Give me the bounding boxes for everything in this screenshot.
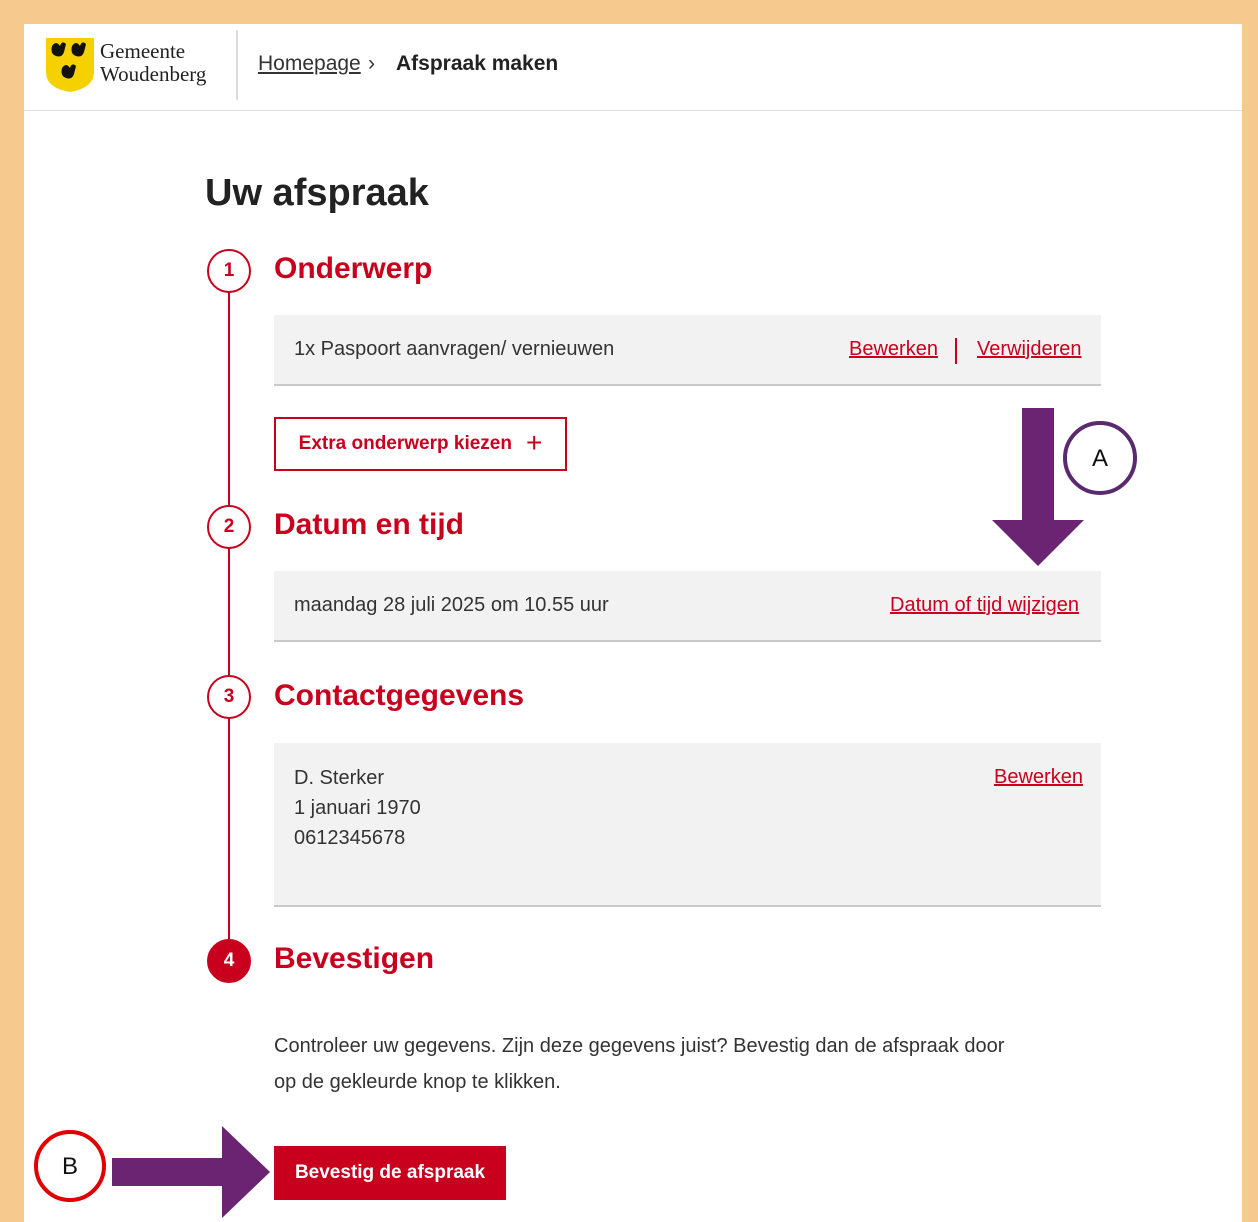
site-header: Gemeente Woudenberg Homepage › Afspraak …	[24, 24, 1242, 111]
step-3-number: 3	[207, 675, 251, 719]
extra-subject-button[interactable]: Extra onderwerp kiezen +	[274, 417, 567, 471]
breadcrumb-current: Afspraak maken	[396, 52, 559, 75]
contact-birthdate: 1 januari 1970	[294, 797, 421, 819]
step-1-title: Onderwerp	[274, 252, 433, 285]
contact-phone: 0612345678	[294, 827, 406, 849]
link-divider	[955, 338, 957, 364]
header-divider	[236, 30, 238, 100]
contact-details: D. Sterker 1 januari 1970 0612345678	[294, 763, 421, 853]
step-4-number: 4	[207, 939, 251, 983]
datetime-change-link[interactable]: Datum of tijd wijzigen	[890, 594, 1079, 617]
step-2-number: 2	[207, 505, 251, 549]
contact-card: D. Sterker 1 januari 1970 0612345678 Bew…	[274, 743, 1101, 907]
marker-b-label: B	[62, 1153, 79, 1180]
step-1-number: 1	[207, 249, 251, 293]
breadcrumb-chevron-icon: ›	[368, 52, 375, 75]
contact-name: D. Sterker	[294, 767, 385, 789]
woudenberg-logo[interactable]	[44, 36, 104, 94]
contact-edit-link[interactable]: Bewerken	[994, 766, 1083, 789]
confirm-instructions: Controleer uw gegevens. Zijn deze gegeve…	[274, 1035, 1005, 1093]
step-3-title: Contactgegevens	[274, 679, 525, 712]
step-timeline-line	[228, 292, 230, 964]
page: Gemeente Woudenberg Homepage › Afspraak …	[24, 24, 1242, 1222]
subject-text: 1x Paspoort aanvragen/ vernieuwen	[294, 338, 615, 360]
page-title: Uw afspraak	[205, 172, 429, 214]
subject-delete-link[interactable]: Verwijderen	[977, 338, 1082, 361]
subject-card: 1x Paspoort aanvragen/ vernieuwen Bewerk…	[274, 315, 1101, 386]
marker-a-label: A	[1092, 445, 1109, 472]
datetime-card: maandag 28 juli 2025 om 10.55 uur Datum …	[274, 571, 1101, 642]
step-4-title: Bevestigen	[274, 942, 435, 975]
extra-subject-label: Extra onderwerp kiezen	[298, 433, 512, 454]
logo-line-1: Gemeente	[100, 39, 186, 63]
step-2-title: Datum en tijd	[274, 508, 465, 541]
logo-text: Gemeente Woudenberg	[100, 40, 206, 86]
breadcrumb-home-link[interactable]: Homepage	[258, 52, 361, 76]
logo-line-2: Woudenberg	[100, 62, 207, 86]
datetime-text: maandag 28 juli 2025 om 10.55 uur	[294, 594, 609, 616]
confirm-appointment-button[interactable]: Bevestig de afspraak	[274, 1146, 506, 1200]
subject-edit-link[interactable]: Bewerken	[849, 338, 938, 361]
plus-icon: +	[525, 427, 543, 458]
